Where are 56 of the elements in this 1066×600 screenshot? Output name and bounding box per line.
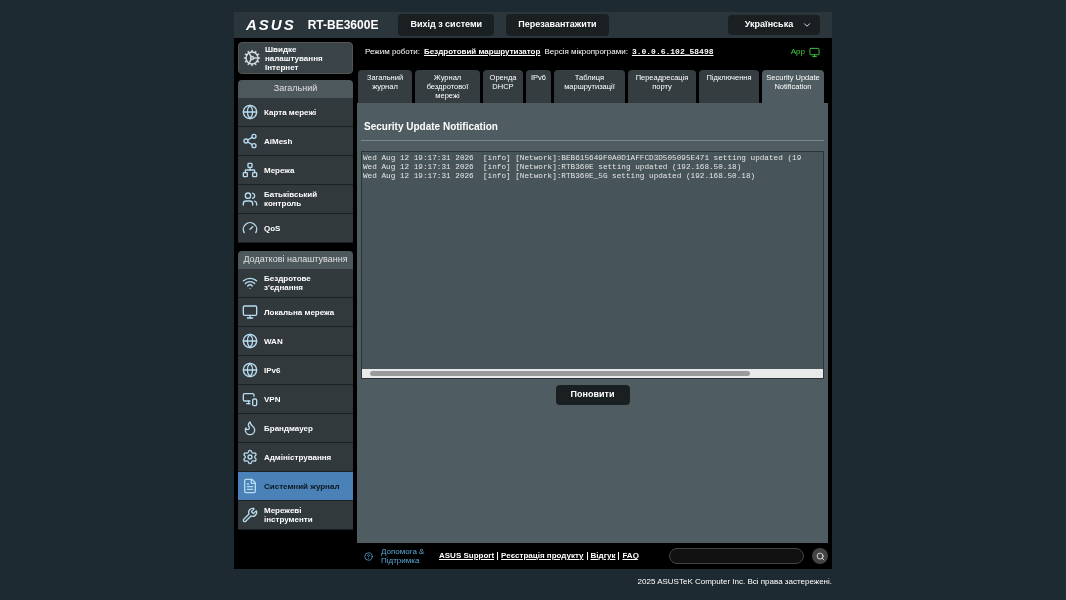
sidebar-item[interactable]: IPv6 [238,356,353,385]
document-icon [242,478,258,494]
mode-link[interactable]: Бездротовий маршрутизатор [424,46,541,58]
section-header: Загальний [238,80,353,98]
search-field[interactable] [669,548,804,564]
monitor-icon [242,391,258,407]
app-label[interactable]: App [790,46,805,58]
sidebar-item[interactable]: Адміністрування [238,443,353,472]
model-name: RT-BE3600E [307,17,379,34]
firmware-link[interactable]: 3.0.0.6.102_58498 [631,46,714,58]
caret-icon [802,20,812,30]
gauge-icon [242,220,258,236]
mode-label: Режим роботи: [365,46,420,58]
sidebar-item[interactable]: Мережеві інструменти [238,501,353,530]
monitor-icon [242,304,258,320]
sidebar-item[interactable]: Системний журнал [238,472,353,501]
copyright: 2025 ASUSTeK Computer Inc. Всі права застережені. [637,576,832,588]
sidebar-item[interactable]: Брандмауер [238,414,353,443]
monitor-icon [809,46,820,58]
help-icon [364,551,373,561]
wifi-icon [242,275,258,291]
globe-icon [242,362,258,378]
sidebar-item[interactable]: QoS [238,214,353,243]
network-icon [242,162,258,178]
help-link[interactable]: Допомога & Підтримка [381,547,431,565]
sidebar-item[interactable]: WAN [238,327,353,356]
footer-link[interactable]: Відгук [590,550,616,562]
quick-setup-button[interactable]: Швидке налаштування Інтернет [238,42,353,74]
sidebar-item[interactable]: Локальна мережа [238,298,353,327]
panel-title: Security Update Notification [361,103,824,141]
gear-icon [243,49,261,67]
sidebar-item[interactable]: Бездротове з'єднання [238,269,353,298]
language-select[interactable]: Українська [728,15,820,35]
firmware-label: Версія мікропрограми: [544,46,628,58]
refresh-button[interactable]: Поновити [555,385,630,405]
sidebar-item[interactable]: Батьківський контроль [238,185,353,214]
search-icon [815,551,825,561]
sidebar-item[interactable]: AiMesh [238,127,353,156]
footer-link[interactable]: Реєстрація продукту [501,550,584,562]
sidebar-item[interactable]: Карта мережі [238,98,353,127]
brand-logo: ASUS [246,14,296,35]
gear-icon [242,449,258,465]
sidebar-item[interactable]: VPN [238,385,353,414]
header-button[interactable]: Вихід з системи [398,14,495,36]
header-button[interactable]: Перезавантажити [506,14,609,36]
sidebar-item[interactable]: Мережа [238,156,353,185]
horizontal-scrollbar[interactable] [362,369,823,378]
wrench-icon [242,507,258,523]
footer-link[interactable]: FAQ [622,550,639,562]
globe-icon [242,333,258,349]
users-icon [242,191,258,207]
section-header: Додаткові налаштування [238,251,353,269]
search-button[interactable] [812,548,828,564]
globe-icon [242,104,258,120]
footer-link[interactable]: ASUS Support [439,550,495,562]
flame-icon [242,420,258,436]
